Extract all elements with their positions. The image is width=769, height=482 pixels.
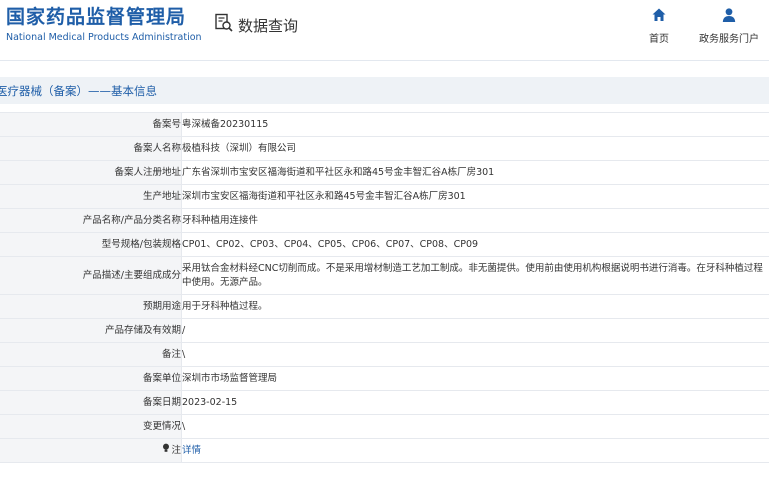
field-label: 备案单位 (0, 366, 182, 391)
section-title: 医疗器械（备案）——基本信息 (0, 84, 157, 98)
table-row: 备案人名称 极植科技（深圳）有限公司 (0, 136, 769, 161)
record-info-table: 备案号 粤深械备20230115 备案人名称 极植科技（深圳）有限公司 备案人注… (0, 112, 769, 463)
field-label: 生产地址 (0, 184, 182, 209)
field-label: 备案日期 (0, 390, 182, 415)
field-label: 备案人注册地址 (0, 160, 182, 185)
field-value: \ (181, 342, 769, 367)
field-value: 采用钛合金材料经CNC切削而成。不是采用增材制造工艺加工制成。非无菌提供。使用前… (181, 256, 769, 295)
table-row: 备注 \ (0, 342, 769, 367)
field-label: 产品名称/产品分类名称 (0, 208, 182, 233)
nav-service-portal[interactable]: 政务服务门户 (699, 7, 759, 45)
table-row: 注 详情 (0, 438, 769, 463)
field-label: 备注 (0, 342, 182, 367)
table-row: 产品名称/产品分类名称 牙科种植用连接件 (0, 208, 769, 233)
field-value: 极植科技（深圳）有限公司 (181, 136, 769, 161)
details-link[interactable]: 详情 (182, 445, 201, 456)
data-query-link[interactable]: 数据查询 (214, 13, 298, 37)
note-label: 注 (171, 445, 181, 456)
table-row: 备案人注册地址 广东省深圳市宝安区福海街道和平社区永和路45号金丰智汇谷A栋厂房… (0, 160, 769, 185)
field-label: 变更情况 (0, 414, 182, 439)
table-row: 产品存储及有效期 / (0, 318, 769, 343)
field-label: 预期用途 (0, 294, 182, 319)
field-label: 备案号 (0, 112, 182, 137)
field-value: 2023-02-15 (181, 390, 769, 415)
field-label: 产品描述/主要组成成分 (0, 256, 182, 295)
field-value: 广东省深圳市宝安区福海街道和平社区永和路45号金丰智汇谷A栋厂房301 (181, 160, 769, 185)
field-value: 详情 (181, 438, 769, 463)
table-row: 备案日期 2023-02-15 (0, 390, 769, 415)
field-value: CP01、CP02、CP03、CP04、CP05、CP06、CP07、CP08、… (181, 232, 769, 257)
field-value: / (181, 318, 769, 343)
table-row: 备案号 粤深械备20230115 (0, 112, 769, 137)
table-row: 型号规格/包装规格 CP01、CP02、CP03、CP04、CP05、CP06、… (0, 232, 769, 257)
nav-home[interactable]: 首页 (649, 7, 669, 45)
field-value: 用于牙科种植过程。 (181, 294, 769, 319)
home-icon (651, 7, 667, 27)
field-value: 深圳市宝安区福海街道和平社区永和路45号金丰智汇谷A栋厂房301 (181, 184, 769, 209)
lightbulb-icon (162, 443, 170, 458)
user-icon (721, 7, 737, 27)
field-label: 产品存储及有效期 (0, 318, 182, 343)
document-search-icon (214, 13, 234, 37)
field-label: 型号规格/包装规格 (0, 232, 182, 257)
table-row: 预期用途 用于牙科种植过程。 (0, 294, 769, 319)
table-row: 产品描述/主要组成成分 采用钛合金材料经CNC切削而成。不是采用增材制造工艺加工… (0, 256, 769, 295)
field-value: \ (181, 414, 769, 439)
logo-english-name: National Medical Products Administration (6, 32, 202, 43)
logo-chinese-name: 国家药品监督管理局 (6, 6, 187, 28)
field-value: 牙科种植用连接件 (181, 208, 769, 233)
nav-home-label: 首页 (649, 34, 669, 45)
field-label-note: 注 (0, 438, 182, 463)
table-row: 生产地址 深圳市宝安区福海街道和平社区永和路45号金丰智汇谷A栋厂房301 (0, 184, 769, 209)
site-header: 国家药品监督管理局 National Medical Products Admi… (0, 0, 769, 61)
field-label: 备案人名称 (0, 136, 182, 161)
table-row: 变更情况 \ (0, 414, 769, 439)
nav-service-portal-label: 政务服务门户 (699, 34, 759, 45)
site-logo[interactable]: 国家药品监督管理局 National Medical Products Admi… (6, 5, 202, 45)
table-row: 备案单位 深圳市市场监督管理局 (0, 366, 769, 391)
data-query-label: 数据查询 (238, 16, 299, 35)
field-value: 深圳市市场监督管理局 (181, 366, 769, 391)
field-value: 粤深械备20230115 (181, 112, 769, 137)
section-header: 医疗器械（备案）——基本信息 (0, 77, 769, 104)
